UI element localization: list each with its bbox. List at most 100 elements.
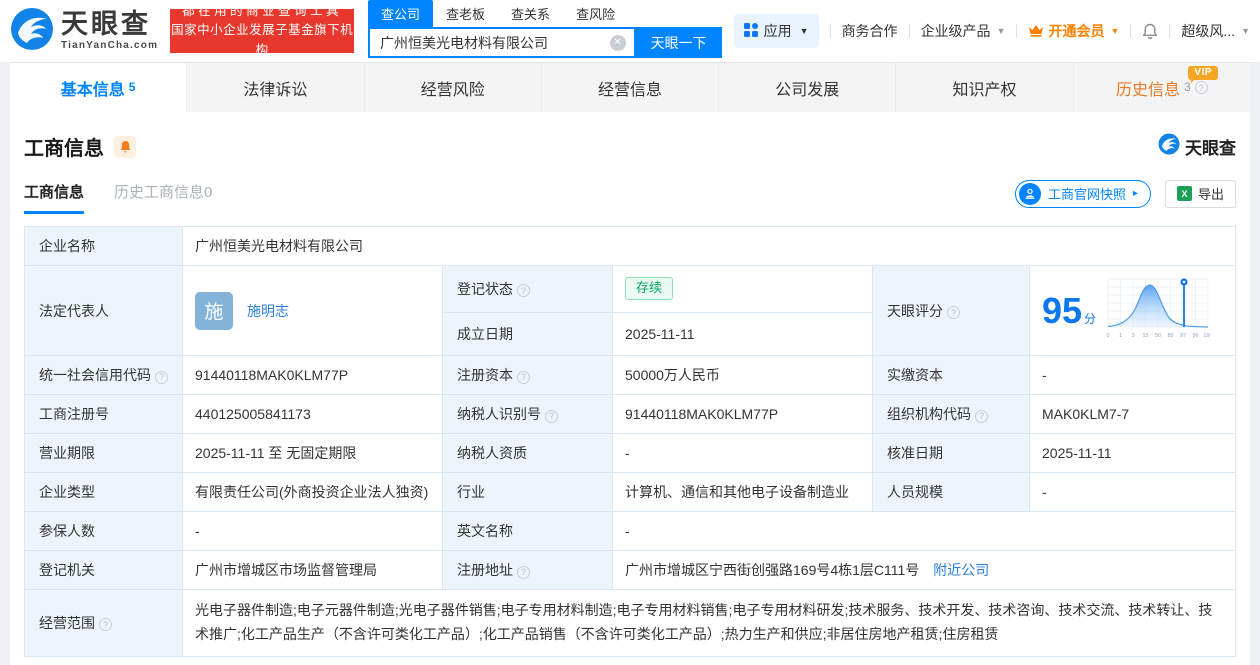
status-badge: 存续: [625, 277, 674, 301]
nav-enterprise[interactable]: 企业级产品 ▼: [921, 21, 1006, 41]
section-title: 工商信息: [24, 138, 104, 160]
legal-rep-link[interactable]: 施明志: [247, 301, 289, 321]
search-tab-relation[interactable]: 查关系: [498, 0, 563, 27]
address-cell: 广州市增城区宁西街创强路169号4栋1层C111号 附近公司: [612, 550, 1236, 590]
logo-domain: TianYanCha.com: [61, 40, 159, 51]
field-label: 登记状态?: [442, 265, 613, 313]
help-icon[interactable]: ?: [947, 306, 960, 319]
nav-cooperation[interactable]: 商务合作: [842, 21, 898, 41]
tab-label: 公司发展: [775, 81, 840, 99]
svg-text:50: 50: [1155, 333, 1161, 339]
avatar[interactable]: 施: [195, 291, 233, 330]
field-label: 注册资本?: [442, 355, 613, 395]
approval-date-value: 2025-11-11: [1029, 433, 1236, 473]
subtab-history-business-info[interactable]: 历史工商信息0: [114, 181, 212, 214]
field-label: 行业: [442, 472, 613, 512]
field-label: 成立日期: [442, 311, 613, 357]
reg-capital-value: 50000万人民币: [612, 355, 873, 395]
clear-icon[interactable]: ✕: [609, 34, 626, 51]
score-value: 95: [1042, 289, 1083, 331]
search-tab-company[interactable]: 查公司: [368, 0, 434, 27]
field-label: 英文名称: [442, 511, 613, 551]
table-row: 营业期限 2025-11-11 至 无固定期限 纳税人资质 - 核准日期 202…: [24, 433, 1236, 473]
chevron-down-icon: ▼: [1241, 26, 1250, 36]
svg-text:15: 15: [1143, 333, 1149, 339]
field-label: 注册地址?: [442, 550, 613, 590]
search-tab-boss[interactable]: 查老板: [433, 0, 498, 27]
table-row: 企业名称 广州恒美光电材料有限公司: [24, 226, 1236, 266]
tianyancha-logo-icon: [10, 7, 54, 56]
search-tab-risk[interactable]: 查风险: [563, 0, 628, 27]
taxpayer-id-value: 91440118MAK0KLM77P: [612, 394, 873, 434]
field-label-text: 纳税人识别号: [457, 406, 541, 422]
help-icon[interactable]: ?: [975, 409, 988, 423]
search-button[interactable]: 天眼一下: [635, 27, 722, 58]
tab-legal-proceedings[interactable]: 法律诉讼: [186, 63, 363, 112]
export-button[interactable]: X 导出: [1164, 179, 1236, 208]
score-unit: 分: [1084, 311, 1097, 326]
search-input[interactable]: [378, 33, 610, 52]
table-row: 企业类型 有限责任公司(外商投资企业法人独资) 行业 计算机、通信和其他电子设备…: [24, 472, 1236, 512]
field-label: 人员规模: [872, 472, 1030, 512]
svg-text:100: 100: [1203, 333, 1210, 339]
main-container: 基本信息 5 法律诉讼 经营风险 经营信息 公司发展 知识产权 VIP 历史信息…: [10, 62, 1250, 665]
field-label: 经营范围?: [24, 589, 183, 657]
tab-intellectual-property[interactable]: 知识产权: [895, 63, 1072, 112]
tab-company-development[interactable]: 公司发展: [718, 63, 895, 112]
tianyancha-logo[interactable]: 天眼查 TianYanCha.com: [10, 7, 158, 56]
field-label: 企业类型: [24, 472, 183, 512]
field-label: 核准日期: [872, 433, 1030, 473]
arrow-right-icon: ▸: [1132, 188, 1138, 199]
help-icon[interactable]: ?: [545, 409, 558, 423]
subtab-business-info[interactable]: 工商信息: [24, 181, 85, 214]
reg-status-cell: 存续: [612, 265, 873, 313]
field-label: 组织机构代码?: [872, 394, 1030, 434]
notification-bell-icon[interactable]: [1142, 23, 1158, 40]
field-label: 参保人数: [24, 511, 183, 551]
field-label: 登记机关: [24, 550, 183, 590]
nav-membership[interactable]: 开通会员 ▼: [1028, 21, 1119, 41]
field-label-text: 登记状态: [457, 280, 513, 297]
crown-icon: [1028, 23, 1044, 40]
help-icon[interactable]: ?: [517, 370, 530, 384]
svg-text:0: 0: [1107, 333, 1110, 339]
tianyancha-watermark-icon: [1158, 133, 1180, 160]
stamp-icon: [1018, 182, 1041, 205]
svg-text:3: 3: [1132, 333, 1135, 339]
table-row: 统一社会信用代码? 91440118MAK0KLM77P 注册资本? 50000…: [24, 355, 1236, 395]
help-icon[interactable]: ?: [99, 618, 112, 632]
help-icon[interactable]: ?: [517, 284, 530, 298]
field-label: 企业名称: [24, 226, 183, 266]
field-label-text: 统一社会信用代码: [39, 367, 151, 383]
search-tabs: 查公司 查老板 查关系 查风险: [368, 0, 722, 27]
nav-super-risk[interactable]: 超级风... ▼: [1181, 21, 1250, 41]
tab-operation-info[interactable]: 经营信息: [540, 63, 718, 112]
insured-value: -: [182, 511, 443, 551]
nav-apps[interactable]: 应用 ▼: [733, 14, 819, 48]
tab-label: 知识产权: [952, 81, 1017, 99]
established-value: 2025-11-11: [612, 311, 873, 357]
nearby-companies-link[interactable]: 附近公司: [933, 562, 989, 578]
tab-operation-risk[interactable]: 经营风险: [363, 63, 541, 112]
field-label: 统一社会信用代码?: [24, 355, 183, 395]
table-row: 登记机关 广州市增城区市场监督管理局 注册地址? 广州市增城区宁西街创强路169…: [24, 550, 1236, 590]
table-row: 经营范围? 光电子器件制造;电子元器件制造;光电子器件销售;电子专用材料制造;电…: [24, 589, 1236, 657]
official-snapshot-button[interactable]: 工商官网快照 ▸: [1014, 179, 1151, 208]
top-nav: 应用 ▼ 商务合作 企业级产品 ▼ 开通会员 ▼ 超级风... ▼: [733, 14, 1250, 48]
tab-basic-info[interactable]: 基本信息 5: [10, 63, 187, 112]
subscribe-bell-icon[interactable]: [114, 135, 136, 158]
tab-label: 基本信息: [60, 81, 125, 99]
address-value: 广州市增城区宁西街创强路169号4栋1层C111号: [625, 562, 920, 578]
business-scope-value: 光电子器件制造;电子元器件制造;光电子器件销售;电子专用材料制造;电子专用材料销…: [182, 589, 1236, 657]
nav-membership-label: 开通会员: [1048, 23, 1105, 39]
help-icon[interactable]: ?: [155, 370, 168, 384]
search-input-wrap: ✕: [368, 27, 636, 58]
tab-history-info[interactable]: VIP 历史信息 3 ?: [1072, 63, 1250, 112]
svg-text:99: 99: [1193, 333, 1199, 339]
company-name-value: 广州恒美光电材料有限公司: [182, 226, 1236, 266]
help-icon[interactable]: ?: [517, 565, 530, 579]
divider: [1016, 24, 1018, 38]
business-info-card: 工商信息 天眼查 工商信息 历史工商信息0 工商官网快照 ▸ X 导出 企业名称…: [10, 112, 1250, 665]
tab-label: 经营风险: [420, 81, 485, 99]
field-label-text: 注册地址: [457, 562, 513, 578]
